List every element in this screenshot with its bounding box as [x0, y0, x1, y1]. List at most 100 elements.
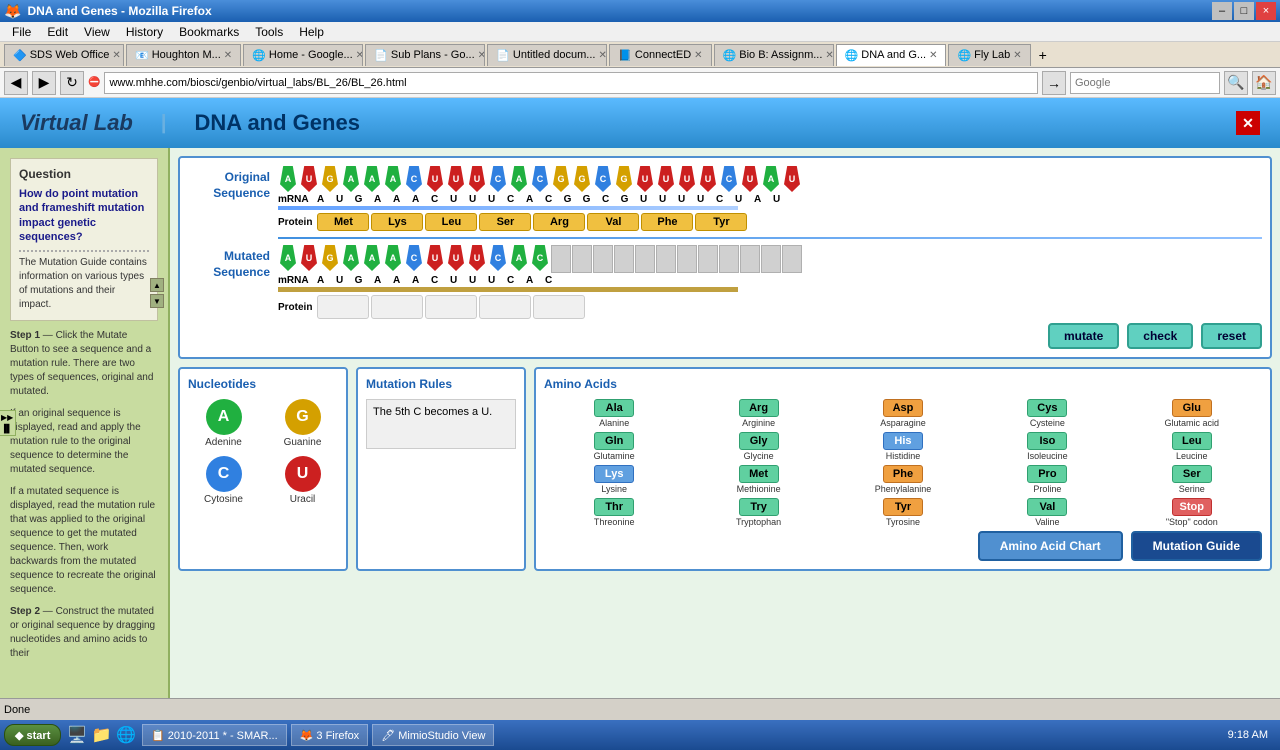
amino-ala-badge[interactable]: Ala	[594, 399, 634, 417]
nuc-u8[interactable]: U	[698, 166, 718, 192]
back-button[interactable]: ◀	[4, 71, 28, 95]
menu-edit[interactable]: Edit	[39, 23, 76, 41]
taskbar-item-mimio[interactable]: 🖊 MimioStudio View	[372, 724, 494, 746]
menu-help[interactable]: Help	[291, 23, 332, 41]
amino-asp-badge[interactable]: Asp	[883, 399, 923, 417]
amino-gln-badge[interactable]: Gln	[594, 432, 634, 450]
check-button[interactable]: check	[1127, 323, 1193, 349]
nuc-u9[interactable]: U	[740, 166, 760, 192]
amino-tyr-badge[interactable]: Tyr	[883, 498, 923, 516]
menu-file[interactable]: File	[4, 23, 39, 41]
new-tab-button[interactable]: +	[1033, 45, 1053, 65]
mut-nuc-u3[interactable]: U	[446, 245, 466, 273]
mut-nuc-a2[interactable]: A	[341, 245, 361, 273]
tab-biob[interactable]: 🌐Bio B: Assignm...✕	[714, 44, 834, 66]
mut-nuc-a1[interactable]: A	[278, 245, 298, 273]
mut-nuc-u4[interactable]: U	[467, 245, 487, 273]
amino-leu-badge[interactable]: Leu	[1172, 432, 1212, 450]
refresh-button[interactable]: ↻	[60, 71, 84, 95]
amino-ser-badge[interactable]: Ser	[1172, 465, 1212, 483]
mut-nuc-a5[interactable]: A	[509, 245, 529, 273]
menu-view[interactable]: View	[76, 23, 118, 41]
tab-connected[interactable]: 📘ConnectED✕	[609, 44, 711, 66]
nuc-a2[interactable]: A	[341, 166, 361, 192]
taskbar-item-smar[interactable]: 📋 2010-2011 * - SMAR...	[142, 724, 287, 746]
nuc-g3[interactable]: G	[572, 166, 592, 192]
mut-nuc-c1[interactable]: C	[404, 245, 424, 273]
amino-try-badge[interactable]: Try	[739, 498, 779, 516]
uracil-circle[interactable]: U	[285, 456, 321, 492]
tab-google[interactable]: 🌐Home - Google...✕	[243, 44, 363, 66]
search-button[interactable]: 🔍	[1224, 71, 1248, 95]
address-input[interactable]	[104, 72, 1038, 94]
protein-lys[interactable]: Lys	[371, 213, 423, 231]
amino-thr-badge[interactable]: Thr	[594, 498, 634, 516]
vlab-close-button[interactable]: ✕	[1236, 111, 1260, 135]
cytosine-circle[interactable]: C	[206, 456, 242, 492]
protein-arg[interactable]: Arg	[533, 213, 585, 231]
nuc-u7[interactable]: U	[677, 166, 697, 192]
amino-met-badge[interactable]: Met	[739, 465, 779, 483]
tab-flylab[interactable]: 🌐Fly Lab✕	[948, 44, 1030, 66]
amino-stop-badge[interactable]: Stop	[1172, 498, 1212, 516]
tab-sds[interactable]: 🔷SDS Web Office✕	[4, 44, 124, 66]
amino-his-badge[interactable]: His	[883, 432, 923, 450]
mut-nuc-u1[interactable]: U	[299, 245, 319, 273]
protein-met[interactable]: Met	[317, 213, 369, 231]
mutation-guide-button[interactable]: Mutation Guide	[1131, 531, 1262, 561]
menu-history[interactable]: History	[118, 23, 171, 41]
mut-protein-slot-1[interactable]	[317, 295, 369, 319]
amino-lys-badge[interactable]: Lys	[594, 465, 634, 483]
scroll-down-button[interactable]: ▼	[150, 294, 164, 308]
taskbar-item-firefox[interactable]: 🦊 3 Firefox	[291, 724, 369, 746]
mut-nuc-u2[interactable]: U	[425, 245, 445, 273]
nuc-a1[interactable]: A	[278, 166, 298, 192]
tab-untitled[interactable]: 📄Untitled docum...✕	[487, 44, 607, 66]
nuc-u10[interactable]: U	[782, 166, 802, 192]
protein-ser[interactable]: Ser	[479, 213, 531, 231]
menu-tools[interactable]: Tools	[247, 23, 291, 41]
amino-pro-badge[interactable]: Pro	[1027, 465, 1067, 483]
close-button[interactable]: ×	[1256, 2, 1276, 20]
menu-bookmarks[interactable]: Bookmarks	[171, 23, 247, 41]
nuc-g2[interactable]: G	[551, 166, 571, 192]
amino-cys-badge[interactable]: Cys	[1027, 399, 1067, 417]
mut-nuc-a4[interactable]: A	[383, 245, 403, 273]
start-button[interactable]: ◆ start	[4, 724, 61, 746]
scroll-up-button[interactable]: ▲	[150, 278, 164, 292]
nuc-c1[interactable]: C	[404, 166, 424, 192]
mut-protein-slot-4[interactable]	[479, 295, 531, 319]
tab-dna[interactable]: 🌐DNA and G...✕	[836, 44, 947, 66]
mutate-button[interactable]: mutate	[1048, 323, 1119, 349]
search-input[interactable]	[1070, 72, 1220, 94]
nuc-c5[interactable]: C	[719, 166, 739, 192]
tab-houghton[interactable]: 📧Houghton M...✕	[126, 44, 241, 66]
nuc-a6[interactable]: A	[761, 166, 781, 192]
nuc-g4[interactable]: G	[614, 166, 634, 192]
amino-chart-button[interactable]: Amino Acid Chart	[978, 531, 1123, 561]
mut-protein-slot-5[interactable]	[533, 295, 585, 319]
nuc-g1[interactable]: G	[320, 166, 340, 192]
mut-nuc-g1[interactable]: G	[320, 245, 340, 273]
amino-arg-badge[interactable]: Arg	[739, 399, 779, 417]
reset-button[interactable]: reset	[1201, 323, 1262, 349]
mut-nuc-c3[interactable]: C	[530, 245, 550, 273]
guanine-circle[interactable]: G	[285, 399, 321, 435]
nuc-u6[interactable]: U	[656, 166, 676, 192]
nuc-u4[interactable]: U	[467, 166, 487, 192]
maximize-button[interactable]: □	[1234, 2, 1254, 20]
amino-iso-badge[interactable]: Iso	[1027, 432, 1067, 450]
amino-val-badge[interactable]: Val	[1027, 498, 1067, 516]
nuc-a3[interactable]: A	[362, 166, 382, 192]
mut-nuc-c2[interactable]: C	[488, 245, 508, 273]
tab-subplans[interactable]: 📄Sub Plans - Go...✕	[365, 44, 485, 66]
nuc-u5[interactable]: U	[635, 166, 655, 192]
mut-nuc-a3[interactable]: A	[362, 245, 382, 273]
amino-glu-badge[interactable]: Glu	[1172, 399, 1212, 417]
protein-val[interactable]: Val	[587, 213, 639, 231]
nuc-a5[interactable]: A	[509, 166, 529, 192]
nuc-c4[interactable]: C	[593, 166, 613, 192]
protein-tyr[interactable]: Tyr	[695, 213, 747, 231]
adenine-circle[interactable]: A	[206, 399, 242, 435]
mut-protein-slot-3[interactable]	[425, 295, 477, 319]
